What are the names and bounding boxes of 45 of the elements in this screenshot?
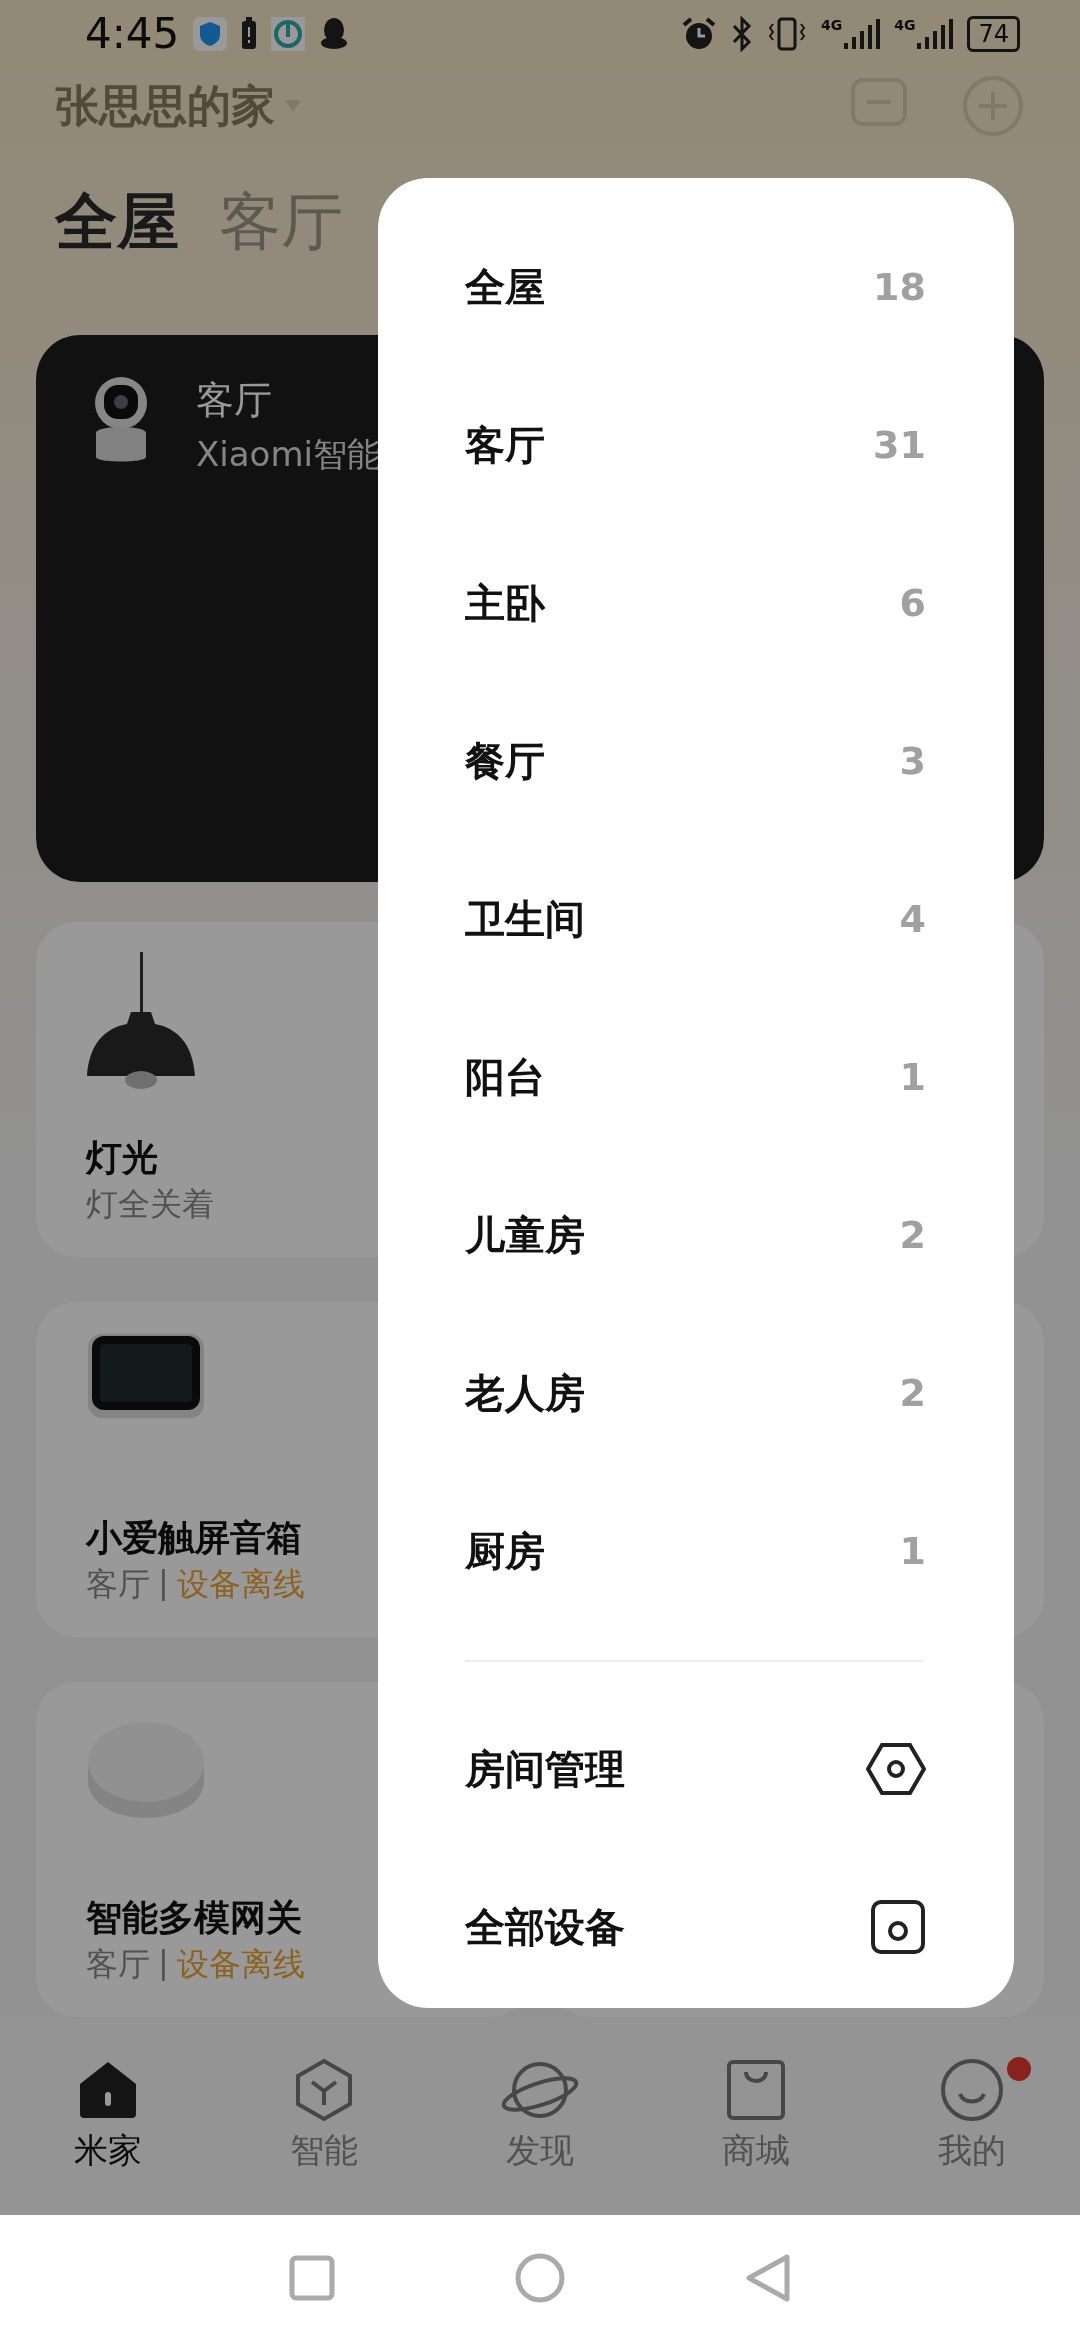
- device-count: 6: [899, 581, 926, 625]
- settings-icon: [866, 1742, 926, 1796]
- device-state: 灯全关着: [86, 1184, 214, 1226]
- device-name: 灯光: [86, 1136, 159, 1181]
- device-name: 智能多模网关: [86, 1896, 303, 1941]
- device-count: 1: [899, 1529, 926, 1573]
- room-name[interactable]: 主卧: [465, 575, 545, 631]
- device-room: 客厅: [86, 1564, 150, 1606]
- nav-tab[interactable]: 米家: [0, 2017, 216, 2215]
- separator: |: [158, 1943, 169, 1984]
- signal-icon: [917, 16, 954, 51]
- recents-button[interactable]: [289, 2254, 335, 2301]
- alarm-icon: [681, 15, 717, 52]
- clock-time: 4:45: [85, 9, 180, 59]
- network-type-label: 4G: [894, 16, 916, 33]
- camera-room: 客厅: [196, 376, 273, 424]
- device-status: 设备离线: [176, 1944, 305, 1986]
- device-count: 31: [873, 423, 926, 467]
- shield-icon: [193, 16, 228, 51]
- app-icon: [271, 16, 306, 51]
- back-button[interactable]: [745, 2252, 791, 2303]
- device-count: 4: [899, 897, 926, 941]
- room-tab[interactable]: 全屋: [55, 180, 179, 265]
- device-count: 3: [899, 739, 926, 783]
- separator: |: [158, 1563, 169, 1604]
- room-name[interactable]: 客厅: [465, 417, 545, 473]
- bluetooth-icon: [731, 15, 753, 52]
- vibrate-icon: [767, 15, 807, 52]
- battery-alert-icon: [241, 16, 258, 51]
- smiley-icon: [940, 2058, 1004, 2123]
- device-count: 2: [899, 1213, 926, 1257]
- network-type-label: 4G: [821, 16, 843, 33]
- device-icon: [870, 1899, 926, 1955]
- shopping-bag-icon: [724, 2058, 788, 2123]
- room-name[interactable]: 餐厅: [465, 733, 545, 789]
- device-count: 1: [899, 1055, 926, 1099]
- battery-level: 74: [967, 15, 1020, 52]
- device-count: 18: [873, 265, 926, 309]
- device-status: 设备离线: [176, 1564, 305, 1606]
- device-name: 小爱触屏音箱: [86, 1516, 303, 1561]
- device-room: 客厅: [86, 1944, 150, 1986]
- home-button[interactable]: [515, 2252, 565, 2303]
- device-count: 2: [899, 1371, 926, 1415]
- room-name[interactable]: 全屋: [465, 259, 545, 315]
- signal-icon: [844, 16, 881, 51]
